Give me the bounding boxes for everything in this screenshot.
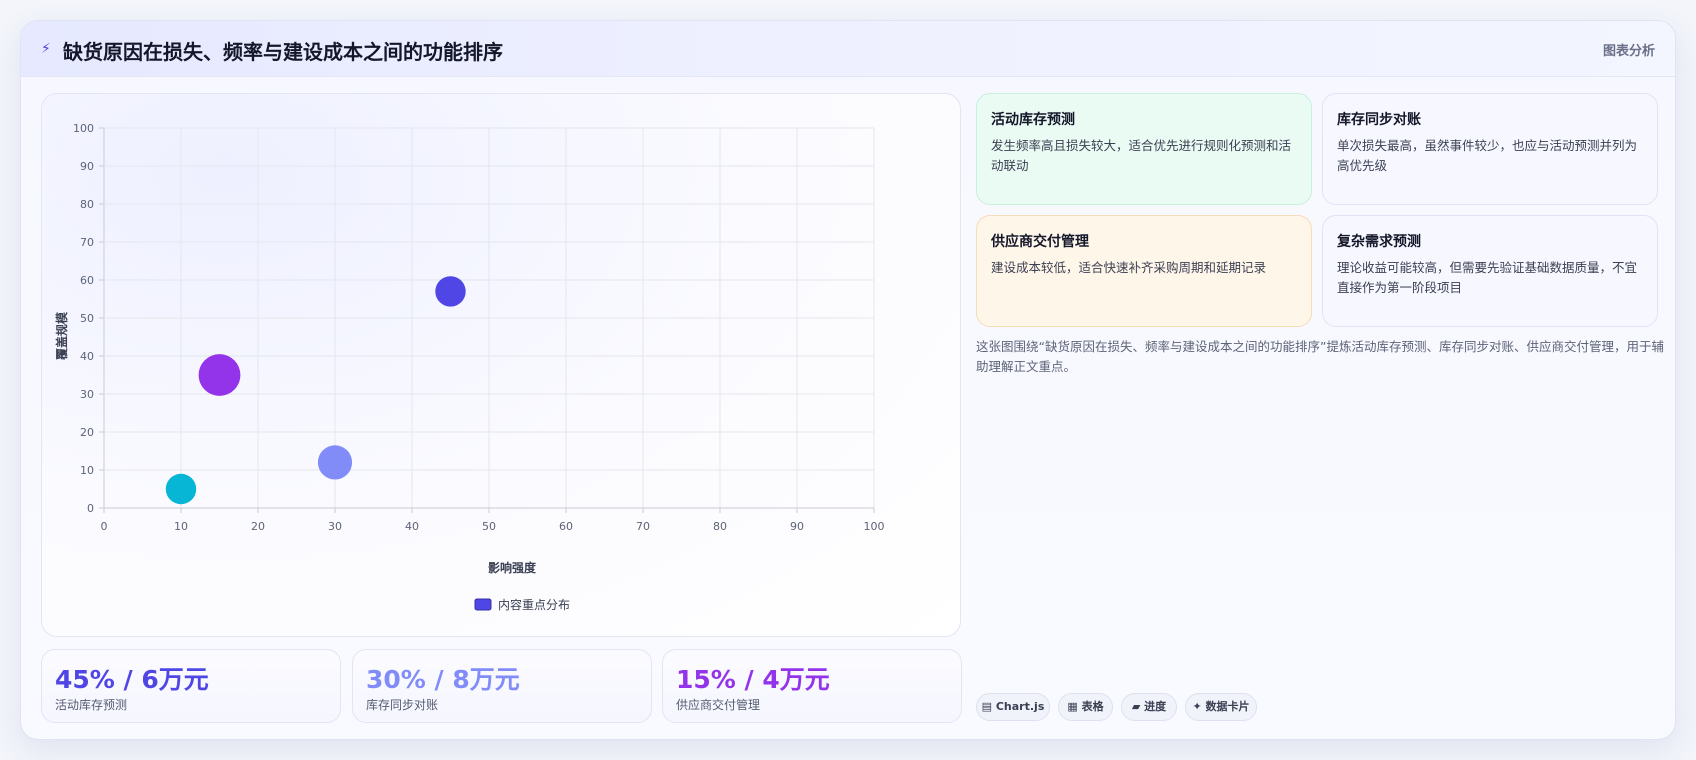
y-tick-label: 40 (80, 350, 94, 363)
chart-grid (99, 127, 875, 513)
chart-analysis-tag: 图表分析 (1602, 44, 1655, 59)
stat-label: 活动库存预测 (55, 698, 128, 712)
x-tick-label: 20 (251, 520, 265, 533)
y-tick-label: 20 (80, 426, 94, 439)
insight-card-supplier-delivery: 供应商交付管理 建设成本较低，适合快速补齐采购周期和延期记录 (976, 215, 1312, 327)
y-tick-label: 100 (73, 122, 94, 135)
y-tick-label: 80 (80, 198, 94, 211)
stat-label: 供应商交付管理 (676, 698, 761, 712)
insight-card-complex-demand: 复杂需求预测 理论收益可能较高，但需要先验证基础数据质量，不宜直接作为第一阶段项… (1322, 215, 1658, 327)
insight-card-activity-forecast: 活动库存预测 发生频率高且损失较大，适合优先进行规则化预测和活动联动 (976, 93, 1312, 205)
chip-table[interactable]: ▦ 表格 (1058, 693, 1113, 721)
y-tick-label: 10 (80, 464, 94, 477)
y-tick-label: 50 (80, 312, 94, 325)
chip-chartjs[interactable]: ▤ Chart.js (976, 693, 1050, 721)
bubble-point[interactable] (435, 276, 466, 307)
stat-value: 30% / 8万元 (366, 665, 520, 694)
chart-icon: ▤ (981, 700, 993, 713)
x-tick-label: 50 (482, 520, 496, 533)
x-tick-label: 40 (405, 520, 419, 533)
table-icon: ▦ (1067, 700, 1078, 713)
chip-label: 进度 (1144, 700, 1167, 713)
insight-title: 库存同步对账 (1337, 112, 1421, 128)
stat-card-inventory-sync: 30% / 8万元 库存同步对账 (352, 649, 652, 723)
insight-title: 活动库存预测 (991, 112, 1075, 128)
insight-text: 建设成本较低，适合快速补齐采购周期和延期记录 (991, 260, 1267, 275)
insight-title: 复杂需求预测 (1337, 234, 1421, 250)
chip-label: 数据卡片 (1205, 700, 1250, 713)
y-tick-label: 0 (87, 502, 94, 515)
bubble-point[interactable] (165, 473, 197, 505)
stat-label: 库存同步对账 (366, 698, 439, 712)
bubble-point[interactable] (198, 354, 241, 396)
y-tick-label: 70 (80, 236, 94, 249)
x-tick-label: 10 (174, 520, 188, 533)
card-header: ⚡ 缺货原因在损失、频率与建设成本之间的功能排序 图表分析 (21, 21, 1675, 77)
x-tick-label: 90 (790, 520, 804, 533)
x-tick-label: 30 (328, 520, 342, 533)
x-axis-label: 影响强度 (488, 560, 537, 575)
insight-text: 发生频率高且损失较大，适合优先进行规则化预测和活动联动 (991, 138, 1292, 173)
stat-value: 45% / 6万元 (55, 665, 209, 694)
y-tick-label: 60 (80, 274, 94, 287)
legend-label: 内容重点分布 (498, 597, 570, 612)
chip-label: Chart.js (995, 700, 1045, 713)
stat-card-supplier-delivery: 15% / 4万元 供应商交付管理 (662, 649, 962, 723)
insight-text: 理论收益可能较高，但需要先验证基础数据质量，不宜直接作为第一阶段项目 (1337, 260, 1638, 295)
bubble-point[interactable] (317, 445, 353, 480)
analysis-card: ⚡ 缺货原因在损失、频率与建设成本之间的功能排序 图表分析 0 10 20 30 40 5… (20, 20, 1676, 740)
insight-title: 供应商交付管理 (991, 234, 1089, 250)
chip-label: 表格 (1081, 700, 1104, 713)
y-tick-label: 90 (80, 160, 94, 173)
insight-card-inventory-sync: 库存同步对账 单次损失最高，虽然事件较少，也应与活动预测并列为高优先级 (1322, 93, 1658, 205)
x-tick-label: 100 (864, 520, 885, 533)
stat-value: 15% / 4万元 (676, 665, 830, 694)
legend-swatch (474, 598, 492, 611)
x-tick-label: 0 (101, 520, 108, 533)
x-tick-label: 60 (559, 520, 573, 533)
chart-description: 这张图围绕“缺货原因在损失、频率与建设成本之间的功能排序”提炼活动库存预测、库存… (976, 339, 1664, 374)
y-tick-label: 30 (80, 388, 94, 401)
sparkle-icon: ✦ (1192, 700, 1202, 713)
stat-card-activity-forecast: 45% / 6万元 活动库存预测 (41, 649, 341, 723)
chip-data-card[interactable]: ✦ 数据卡片 (1185, 693, 1257, 721)
x-tick-label: 70 (636, 520, 650, 533)
chart-ticks: 0 10 20 30 40 50 60 70 80 90 100 0 10 20 30 40 50 60 70 80 9… (73, 122, 885, 533)
progress-icon: ▰ (1131, 700, 1141, 713)
bubble-chart: 0 10 20 30 40 50 60 70 80 90 100 0 10 20 30 40 50 60 70 80 9… (54, 122, 885, 612)
x-tick-label: 80 (713, 520, 727, 533)
insight-text: 单次损失最高，虽然事件较少，也应与活动预测并列为高优先级 (1337, 138, 1638, 173)
chip-progress[interactable]: ▰ 进度 (1121, 693, 1177, 721)
y-axis-label: 覆盖规模 (54, 311, 69, 361)
lightning-icon: ⚡ (41, 41, 51, 57)
bubble-chart-panel: 0 10 20 30 40 50 60 70 80 90 100 0 10 20 30 40 50 60 70 80 9… (41, 93, 961, 637)
page-title: 缺货原因在损失、频率与建设成本之间的功能排序 (63, 40, 503, 64)
chart-legend[interactable]: 内容重点分布 (474, 597, 570, 612)
